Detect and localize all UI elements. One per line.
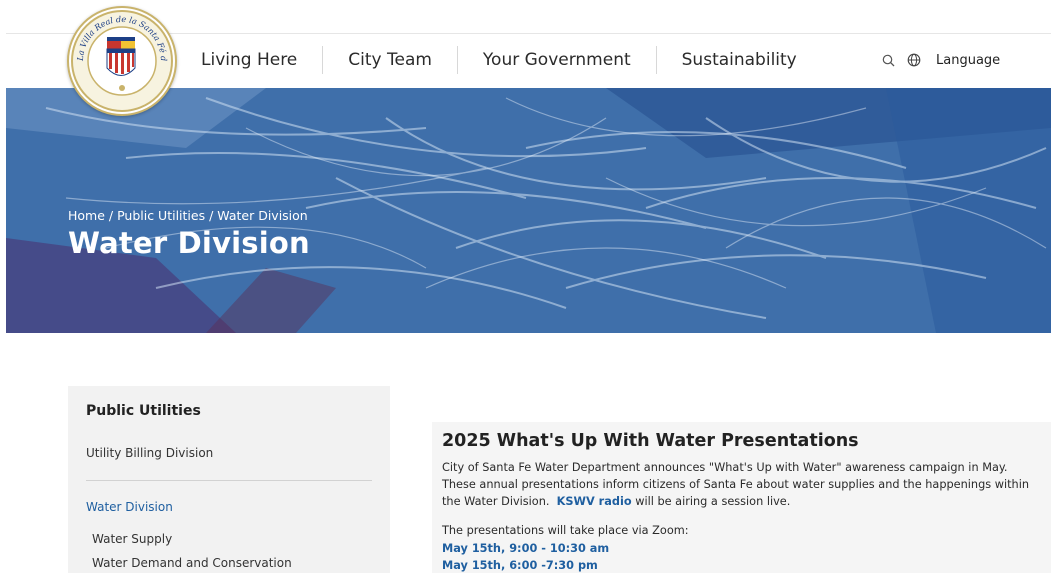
hero-banner: Home / Public Utilities / Water Division… [6, 88, 1051, 333]
sidebar-item-water-supply[interactable]: Water Supply [92, 532, 172, 546]
paragraph-line: City of Santa Fe Water Department announ… [442, 461, 1008, 474]
language-selector[interactable]: Language [936, 53, 1000, 68]
breadcrumb-current: Water Division [217, 208, 308, 223]
article-title: 2025 What's Up With Water Presentations [442, 431, 859, 451]
breadcrumb-public-utilities[interactable]: Public Utilities [117, 208, 205, 223]
kswv-radio-link[interactable]: KSWV radio [557, 495, 632, 508]
sidebar-item-utility-billing[interactable]: Utility Billing Division [86, 446, 213, 460]
search-icon[interactable] [880, 52, 896, 68]
header-tools: Language [880, 48, 1000, 72]
paragraph-text: will be airing a session live. [631, 495, 791, 508]
breadcrumb-separator: / [104, 208, 118, 223]
presentation-date: May 15th, 6:00 -7:30 pm [442, 559, 598, 572]
main-nav: Living Here City Team Your Government Su… [190, 38, 822, 82]
zoom-info-text: The presentations will take place via Zo… [442, 524, 689, 537]
sidebar-divider [86, 480, 372, 481]
city-seal-logo[interactable]: La Villa Real de la Santa Fé de San Fran… [65, 0, 177, 116]
paragraph-line: These annual presentations inform citize… [442, 478, 1030, 491]
sidebar-title: Public Utilities [86, 403, 201, 419]
presentation-date: May 15th, 9:00 - 10:30 am [442, 542, 610, 555]
nav-city-team[interactable]: City Team [323, 46, 458, 74]
sidebar-nav: Public Utilities Utility Billing Divisio… [68, 386, 390, 573]
globe-icon[interactable] [906, 52, 922, 68]
site-header: La Villa Real de la Santa Fé de San Fran… [0, 0, 1051, 116]
nav-sustainability[interactable]: Sustainability [657, 46, 822, 74]
sidebar-item-water-demand-conservation[interactable]: Water Demand and Conservation [92, 556, 292, 570]
paragraph-text: the Water Division. [442, 495, 550, 508]
breadcrumb: Home / Public Utilities / Water Division [68, 208, 308, 223]
paragraph-line: the Water Division. KSWV radio will be a… [442, 493, 1048, 510]
breadcrumb-separator: / [205, 208, 218, 223]
article-paragraph: City of Santa Fe Water Department announ… [442, 459, 1048, 510]
main-content: 2025 What's Up With Water Presentations … [432, 422, 1051, 573]
breadcrumb-home[interactable]: Home [68, 208, 105, 223]
nav-living-here[interactable]: Living Here [190, 46, 324, 74]
nav-your-government[interactable]: Your Government [458, 46, 657, 74]
page-title: Water Division [68, 226, 310, 260]
sidebar-item-water-division[interactable]: Water Division [86, 500, 173, 514]
